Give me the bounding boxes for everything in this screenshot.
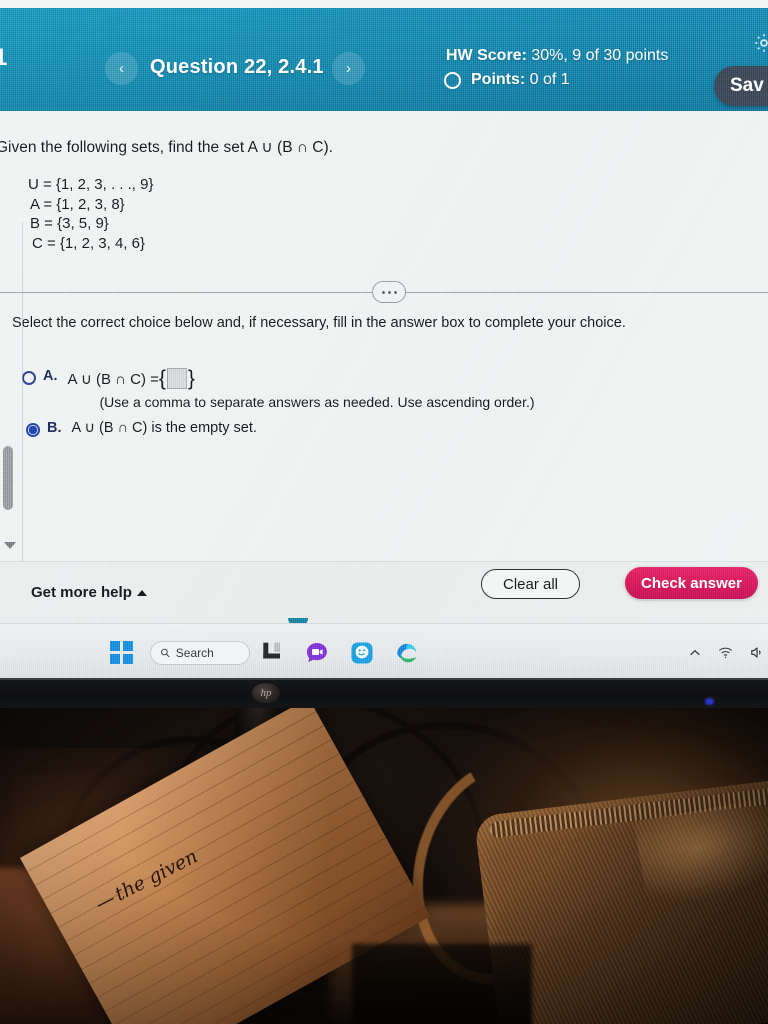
- ellipsis-icon[interactable]: [372, 281, 406, 303]
- question-header-bar: 1 ‹ Question 22, 2.4.1 › HW Score: 30%, …: [0, 8, 768, 111]
- wifi-icon[interactable]: [718, 645, 733, 665]
- radio-button-a[interactable]: [22, 371, 36, 385]
- get-more-help-label: Get more help: [31, 584, 132, 601]
- desk-photo-scene: the given: [0, 708, 768, 1024]
- search-input[interactable]: ⚲ Search: [150, 641, 250, 665]
- save-button[interactable]: Sav: [714, 66, 768, 106]
- chevron-up-icon[interactable]: [688, 646, 702, 665]
- points-text: Points: 0 of 1: [471, 71, 570, 89]
- choice-letter-a: A.: [43, 368, 58, 384]
- choice-instruction: Select the correct choice below and, if …: [12, 315, 626, 331]
- question-body: Given the following sets, find the set A…: [0, 111, 768, 672]
- browser-chrome-strip: [0, 0, 768, 8]
- speaker-icon[interactable]: [749, 645, 764, 665]
- hw-score-value: 30%, 9 of 30 points: [531, 47, 669, 64]
- system-tray: [688, 645, 764, 665]
- caret-up-icon: [136, 590, 147, 597]
- set-definitions: U = {1, 2, 3, . . ., 9} A = {1, 2, 3, 8}…: [28, 175, 154, 253]
- choice-letter-b: B.: [47, 420, 62, 436]
- set-definition-c: C = {1, 2, 3, 4, 6}: [32, 234, 145, 252]
- open-brace: {: [158, 367, 166, 390]
- chat-app-icon[interactable]: [350, 641, 374, 665]
- choice-a-expression-row: A ∪ (B ∩ C) = { }: [68, 368, 535, 389]
- set-definition-u: U = {1, 2, 3, . . ., 9}: [28, 176, 154, 193]
- scroll-down-arrow-icon[interactable]: [4, 542, 16, 549]
- search-label: Search: [175, 646, 214, 660]
- clear-all-button[interactable]: Clear all: [481, 569, 580, 599]
- set-definition-a: A = {1, 2, 3, 8}: [30, 195, 125, 213]
- edge-browser-icon[interactable]: [394, 641, 419, 666]
- check-answer-button[interactable]: Check answer: [625, 567, 758, 599]
- choice-option-a[interactable]: A. A ∪ (B ∩ C) = { } (Use a comma to sep…: [22, 368, 535, 410]
- power-led-indicator: [705, 698, 714, 705]
- hp-logo-icon: hp: [252, 683, 280, 703]
- hw-score: HW Score: 30%, 9 of 30 points: [446, 47, 668, 65]
- choice-option-b[interactable]: B. A ∪ (B ∩ C) is the empty set.: [26, 420, 257, 437]
- previous-question-button[interactable]: ‹: [105, 52, 138, 85]
- points-status-icon: [444, 71, 461, 89]
- windows-logo-icon[interactable]: [110, 641, 133, 664]
- radio-button-b[interactable]: [26, 423, 40, 437]
- choice-b-expression: A ∪ (B ∩ C) is the empty set.: [71, 420, 257, 436]
- get-more-help-button[interactable]: Get more help: [31, 584, 147, 601]
- points-label: Points:: [471, 71, 526, 88]
- question-title: Question 22, 2.4.1: [150, 56, 324, 78]
- monitor-bezel: [0, 678, 768, 708]
- monitor-screen: 1 ‹ Question 22, 2.4.1 › HW Score: 30%, …: [0, 0, 768, 678]
- points-row: Points: 0 of 1: [444, 71, 570, 89]
- clipped-page-number: 1: [0, 44, 8, 71]
- search-icon: ⚲: [157, 644, 174, 662]
- choice-a-expression: A ∪ (B ∩ C) =: [67, 370, 159, 388]
- close-brace: }: [187, 367, 195, 390]
- points-value: 0 of 1: [529, 71, 570, 88]
- gear-icon[interactable]: [753, 32, 768, 54]
- section-divider: [0, 281, 768, 303]
- hw-score-label: HW Score:: [446, 47, 527, 64]
- answer-input-a[interactable]: [166, 368, 187, 389]
- foreground-shadow: [352, 944, 532, 1024]
- choice-a-hint: (Use a comma to separate answers as need…: [99, 394, 535, 410]
- vertical-scrollbar-thumb[interactable]: [3, 446, 13, 510]
- meet-video-icon[interactable]: [305, 641, 329, 665]
- next-question-button[interactable]: ›: [332, 52, 365, 85]
- file-explorer-icon[interactable]: [262, 641, 283, 661]
- set-definition-b: B = {3, 5, 9}: [30, 215, 109, 232]
- question-prompt: Given the following sets, find the set A…: [0, 139, 333, 156]
